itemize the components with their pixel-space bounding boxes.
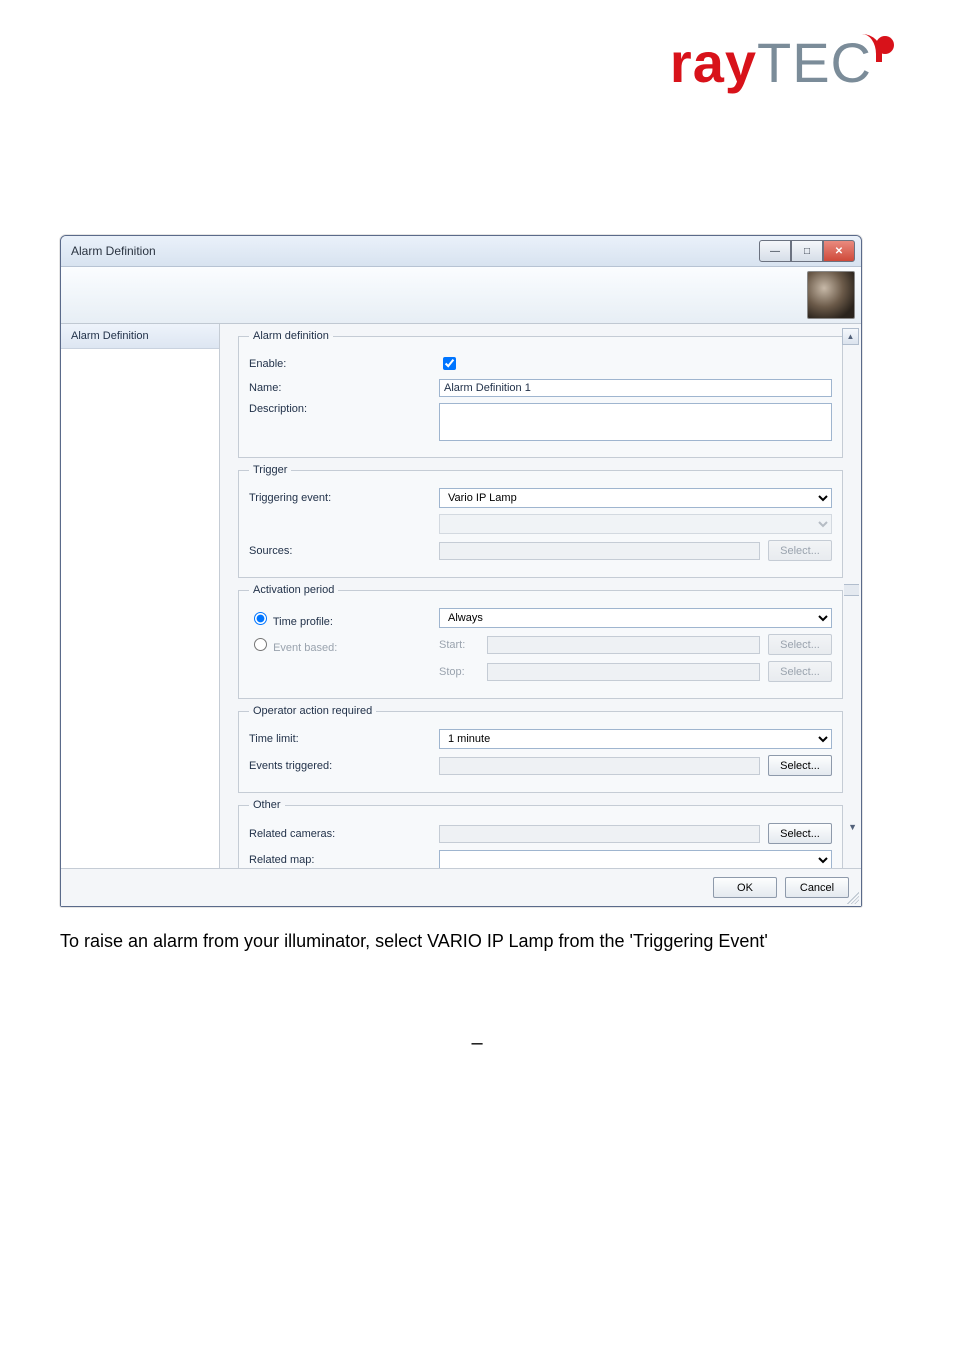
label-sources: Sources: [249,545,439,557]
time-profile-radio[interactable] [254,612,267,625]
description-textarea[interactable] [439,403,832,441]
stop-display [487,663,760,681]
label-event-based: Event based: [249,635,439,654]
event-based-radio[interactable] [254,638,267,651]
related-cameras-display [439,825,760,843]
label-description: Description: [249,403,439,415]
nav-alarm-definition[interactable]: Alarm Definition [61,324,219,349]
scrollbar-thumb[interactable] [844,584,859,596]
group-activation-period: Activation period Time profile: Always E… [238,584,843,699]
form-pane: ▲ Alarm definition Enable: Name: Descrip… [220,324,861,868]
scroll-down-icon[interactable]: ▼ [848,822,857,832]
sources-select-button[interactable]: Select... [768,540,832,561]
events-triggered-display [439,757,760,775]
close-button[interactable]: ✕ [823,240,855,262]
label-stop: Stop: [439,666,479,678]
logo-part2: TEC [757,31,872,94]
label-related-map: Related map: [249,854,439,866]
group-alarm-definition-title: Alarm definition [249,330,333,342]
label-related-cameras: Related cameras: [249,828,439,840]
related-map-select[interactable] [439,850,832,868]
name-input[interactable] [439,379,832,397]
ok-button[interactable]: OK [713,877,777,898]
resize-grip[interactable] [847,892,859,904]
scroll-up-button[interactable]: ▲ [842,328,859,345]
events-triggered-select-button[interactable]: Select... [768,755,832,776]
left-nav: Alarm Definition [61,324,220,868]
label-triggering-event: Triggering event: [249,492,439,504]
header-image [807,271,855,319]
triggering-event-select[interactable]: Vario IP Lamp [439,488,832,508]
stop-select-button[interactable]: Select... [768,661,832,682]
sources-display [439,542,760,560]
triggering-event-sub-select[interactable] [439,514,832,534]
start-select-button[interactable]: Select... [768,634,832,655]
dialog-footer: OK Cancel [61,868,861,906]
maximize-button[interactable]: □ [791,240,823,262]
titlebar[interactable]: Alarm Definition — □ ✕ [61,236,861,267]
page-dash: – [0,1032,954,1055]
caption-text: To raise an alarm from your illuminator,… [60,931,894,952]
group-other: Other Related cameras: Select... Related… [238,799,843,868]
time-profile-select[interactable]: Always [439,608,832,628]
label-enable: Enable: [249,358,439,370]
group-trigger-title: Trigger [249,464,291,476]
logo-part1: ray [670,31,757,94]
start-display [487,636,760,654]
label-time-profile: Time profile: [249,609,439,628]
group-activation-title: Activation period [249,584,338,596]
brand-logo: rayTEC [0,0,954,115]
cancel-button[interactable]: Cancel [785,877,849,898]
minimize-button[interactable]: — [759,240,791,262]
group-other-title: Other [249,799,285,811]
label-time-limit: Time limit: [249,733,439,745]
group-trigger: Trigger Triggering event: Vario IP Lamp … [238,464,843,578]
group-operator-title: Operator action required [249,705,376,717]
window-title: Alarm Definition [71,244,156,258]
label-name: Name: [249,382,439,394]
group-alarm-definition: Alarm definition Enable: Name: Descripti… [238,330,843,458]
enable-checkbox[interactable] [443,357,456,370]
related-cameras-select-button[interactable]: Select... [768,823,832,844]
group-operator-action: Operator action required Time limit: 1 m… [238,705,843,793]
time-limit-select[interactable]: 1 minute [439,729,832,749]
alarm-definition-window: Alarm Definition — □ ✕ Alarm Definition … [60,235,862,907]
label-events-triggered: Events triggered: [249,760,439,772]
window-header [61,267,861,324]
label-start: Start: [439,639,479,651]
